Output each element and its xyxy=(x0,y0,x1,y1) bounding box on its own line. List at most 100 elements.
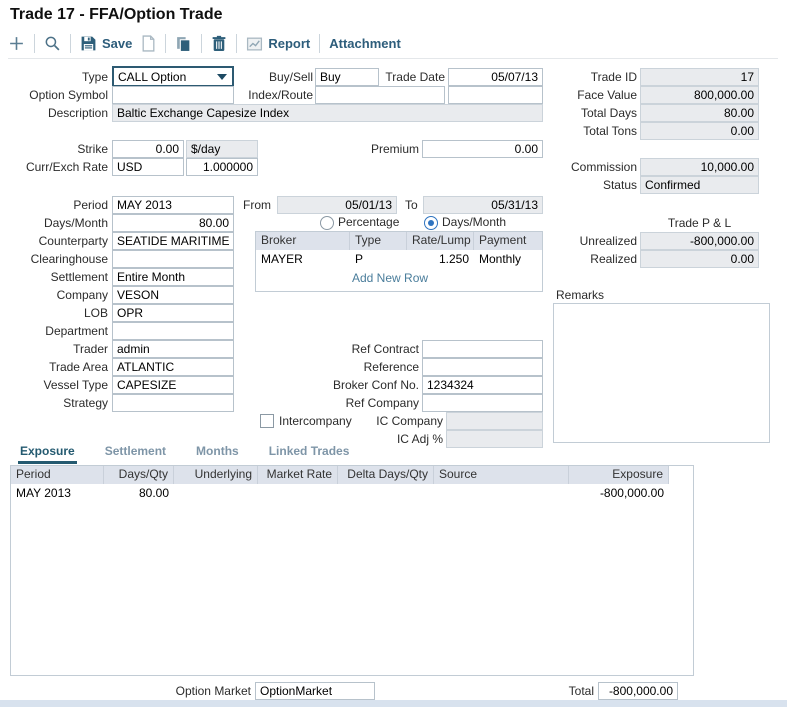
delete-button[interactable] xyxy=(211,35,227,52)
vessel-type-field[interactable]: CAPESIZE xyxy=(112,376,234,394)
delta-days-qty-column-header[interactable]: Delta Days/Qty xyxy=(338,466,434,484)
exposure-grid: Period Days/Qty Underlying Market Rate D… xyxy=(10,465,694,676)
trade-window: Trade 17 - FFA/Option Trade Save Report xyxy=(0,0,787,707)
trade-id-label: Trade ID xyxy=(537,68,637,86)
tab-settlement[interactable]: Settlement xyxy=(103,444,168,464)
currency-field[interactable]: USD xyxy=(112,158,184,176)
rate-lump-column-header[interactable]: Rate/Lump xyxy=(407,232,474,250)
type-column-header[interactable]: Type xyxy=(350,232,407,250)
rate-lump-cell[interactable]: 1.250 xyxy=(407,250,474,268)
trade-pnl-title: Trade P & L xyxy=(640,214,759,232)
broker-conf-no-field[interactable]: 1234324 xyxy=(422,376,543,394)
period-field[interactable]: MAY 2013 xyxy=(112,196,234,214)
strike-field[interactable]: 0.00 xyxy=(112,140,184,158)
tab-linked-trades[interactable]: Linked Trades xyxy=(267,444,352,464)
remarks-textarea[interactable] xyxy=(553,303,770,443)
ref-company-field[interactable] xyxy=(422,394,543,412)
trade-date-label: Trade Date xyxy=(365,68,445,86)
toolbar-separator xyxy=(34,34,35,53)
to-field: 05/31/13 xyxy=(423,196,543,214)
ref-contract-field[interactable] xyxy=(422,340,543,358)
source-column-header[interactable]: Source xyxy=(434,466,569,484)
header-spacer xyxy=(669,466,693,484)
broker-column-header[interactable]: Broker xyxy=(256,232,350,250)
days-month-field[interactable]: 80.00 xyxy=(112,214,234,232)
total-label: Total xyxy=(514,682,594,700)
exposure-grid-header: Period Days/Qty Underlying Market Rate D… xyxy=(11,466,693,484)
option-market-field[interactable]: OptionMarket xyxy=(255,682,375,700)
company-field[interactable]: VESON xyxy=(112,286,234,304)
clearinghouse-field[interactable] xyxy=(112,250,234,268)
broker-grid-header: Broker Type Rate/Lump Payment xyxy=(256,232,542,250)
realized-label: Realized xyxy=(537,250,637,268)
reference-field[interactable] xyxy=(422,358,543,376)
add-new-row-link[interactable]: Add New Row xyxy=(352,271,428,285)
settlement-label: Settlement xyxy=(8,268,108,286)
attachment-button[interactable]: Attachment xyxy=(329,36,401,51)
exposure-column-header[interactable]: Exposure xyxy=(569,466,669,484)
realized-field: 0.00 xyxy=(640,250,759,268)
unrealized-label: Unrealized xyxy=(537,232,637,250)
copy-button[interactable] xyxy=(175,35,192,52)
exch-rate-field[interactable]: 1.000000 xyxy=(186,158,258,176)
period-column-header[interactable]: Period xyxy=(11,466,104,484)
save-button[interactable]: Save xyxy=(80,35,132,52)
underlying-column-header[interactable]: Underlying xyxy=(174,466,258,484)
exposure-exposure-cell[interactable]: -800,000.00 xyxy=(569,484,669,502)
search-button[interactable] xyxy=(44,35,61,52)
tab-months[interactable]: Months xyxy=(194,444,241,464)
index-route-field-2[interactable] xyxy=(448,86,543,104)
tab-exposure[interactable]: Exposure xyxy=(18,444,77,464)
total-field: -800,000.00 xyxy=(598,682,678,700)
remarks-label: Remarks xyxy=(556,286,656,304)
market-rate-column-header[interactable]: Market Rate xyxy=(258,466,338,484)
exposure-source-cell[interactable] xyxy=(434,484,569,502)
strategy-label: Strategy xyxy=(8,394,108,412)
new-trade-button[interactable] xyxy=(8,35,25,52)
broker-type-cell[interactable]: P xyxy=(350,250,407,268)
report-chart-icon xyxy=(246,35,263,52)
toolbar-separator xyxy=(236,34,237,53)
new-document-button[interactable] xyxy=(141,35,156,52)
exposure-delta-cell[interactable] xyxy=(338,484,434,502)
from-field: 05/01/13 xyxy=(277,196,397,214)
broker-conf-no-label: Broker Conf No. xyxy=(315,376,419,394)
trade-date-field[interactable]: 05/07/13 xyxy=(448,68,543,86)
counterparty-field[interactable]: SEATIDE MARITIME xyxy=(112,232,234,250)
percentage-radio[interactable] xyxy=(320,216,334,230)
strategy-field[interactable] xyxy=(112,394,234,412)
face-value-field: 800,000.00 xyxy=(640,86,759,104)
report-label: Report xyxy=(268,36,310,51)
trader-label: Trader xyxy=(8,340,108,358)
settlement-field[interactable]: Entire Month xyxy=(112,268,234,286)
option-symbol-label: Option Symbol xyxy=(8,86,108,104)
broker-row[interactable]: MAYER P 1.250 Monthly xyxy=(256,250,542,268)
payment-cell[interactable]: Monthly xyxy=(474,250,542,268)
exposure-days-qty-cell[interactable]: 80.00 xyxy=(104,484,174,502)
trader-field[interactable]: admin xyxy=(112,340,234,358)
percentage-radio-label: Percentage xyxy=(338,213,418,231)
description-label: Description xyxy=(8,104,108,122)
trade-area-field[interactable]: ATLANTIC xyxy=(112,358,234,376)
intercompany-checkbox[interactable] xyxy=(260,414,274,428)
exposure-market-rate-cell[interactable] xyxy=(258,484,338,502)
index-route-field-1[interactable] xyxy=(315,86,445,104)
department-label: Department xyxy=(8,322,108,340)
exposure-underlying-cell[interactable] xyxy=(174,484,258,502)
exposure-row[interactable]: MAY 2013 80.00 -800,000.00 xyxy=(11,484,693,502)
payment-column-header[interactable]: Payment xyxy=(474,232,542,250)
days-month-radio[interactable] xyxy=(424,216,438,230)
days-qty-column-header[interactable]: Days/Qty xyxy=(104,466,174,484)
exposure-period-cell[interactable]: MAY 2013 xyxy=(11,484,104,502)
save-label: Save xyxy=(102,36,132,51)
broker-cell[interactable]: MAYER xyxy=(256,250,350,268)
ic-adj-label: IC Adj % xyxy=(343,430,443,448)
lob-field[interactable]: OPR xyxy=(112,304,234,322)
ref-company-label: Ref Company xyxy=(319,394,419,412)
report-button[interactable]: Report xyxy=(246,35,310,52)
clearinghouse-label: Clearinghouse xyxy=(8,250,108,268)
premium-field[interactable]: 0.00 xyxy=(422,140,543,158)
counterparty-label: Counterparty xyxy=(8,232,108,250)
department-field[interactable] xyxy=(112,322,234,340)
commission-label: Commission xyxy=(537,158,637,176)
